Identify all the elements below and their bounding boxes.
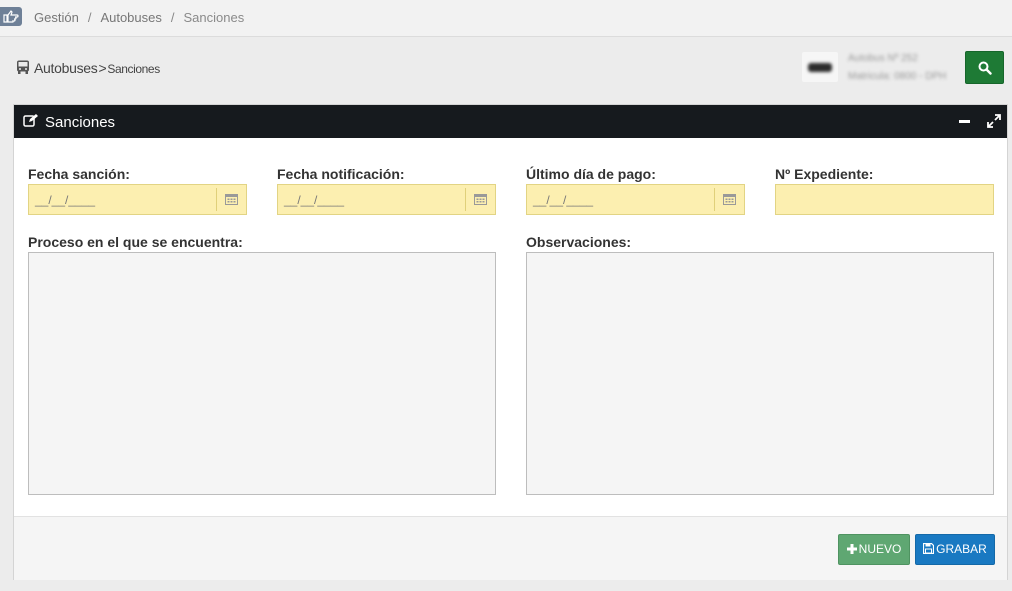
save-icon bbox=[923, 542, 935, 555]
expediente-field[interactable] bbox=[775, 184, 994, 215]
breadcrumb-item-sanciones: Sanciones bbox=[183, 10, 245, 25]
breadcrumb-bar: Gestión / Autobuses / Sanciones bbox=[0, 0, 1012, 37]
fecha-sancion-field[interactable]: __/__/____ bbox=[28, 184, 247, 215]
bus-plate: Matricula: 0800 - DPH bbox=[848, 71, 947, 82]
save-button-label: GRABAR bbox=[936, 542, 987, 556]
search-icon bbox=[978, 61, 992, 75]
proceso-label: Proceso en el que se encuentra: bbox=[28, 234, 243, 250]
calendar-icon[interactable] bbox=[714, 188, 744, 211]
new-button-label: NUEVO bbox=[858, 542, 902, 556]
save-button[interactable]: GRABAR bbox=[915, 534, 995, 565]
page-title: Autobuses>Sanciones bbox=[16, 60, 160, 76]
plus-icon bbox=[846, 544, 857, 554]
fecha-notificacion-field[interactable]: __/__/____ bbox=[277, 184, 496, 215]
ultimo-dia-pago-value: __/__/____ bbox=[533, 193, 594, 207]
sanciones-panel: Sanciones Fecha sanción: Fecha notificac… bbox=[13, 104, 1008, 580]
calendar-icon[interactable] bbox=[465, 188, 495, 211]
breadcrumb-separator: / bbox=[87, 10, 92, 25]
ultimo-dia-pago-field[interactable]: __/__/____ bbox=[526, 184, 745, 215]
bus-number: Autobus Nº 252 bbox=[848, 53, 918, 64]
fecha-sancion-label: Fecha sanción: bbox=[28, 166, 130, 182]
title-chevron: > bbox=[98, 60, 107, 76]
fecha-notificacion-label: Fecha notificación: bbox=[277, 166, 405, 182]
expand-icon[interactable] bbox=[987, 114, 1001, 128]
panel-title: Sanciones bbox=[45, 114, 116, 131]
page-title-section: Autobuses bbox=[34, 60, 98, 76]
observaciones-textarea[interactable] bbox=[526, 252, 994, 495]
fecha-notificacion-value: __/__/____ bbox=[284, 193, 345, 207]
minimize-icon[interactable] bbox=[959, 120, 970, 123]
bus-thumbnail bbox=[802, 52, 838, 82]
bus-info: Autobus Nº 252 Matricula: 0800 - DPH bbox=[848, 50, 946, 86]
bus-icon bbox=[17, 60, 29, 74]
edit-icon bbox=[23, 114, 38, 127]
search-button[interactable] bbox=[965, 51, 1004, 84]
fecha-sancion-value: __/__/____ bbox=[35, 193, 96, 207]
breadcrumb-item-gestion[interactable]: Gestión bbox=[34, 10, 79, 25]
calendar-icon[interactable] bbox=[216, 188, 246, 211]
hand-point-icon[interactable] bbox=[0, 7, 22, 26]
page-title-subsection: Sanciones bbox=[107, 62, 160, 76]
panel-footer: NUEVO GRABAR bbox=[14, 516, 1007, 580]
proceso-textarea[interactable] bbox=[28, 252, 496, 495]
ultimo-dia-pago-label: Último día de pago: bbox=[526, 166, 656, 182]
panel-header: Sanciones bbox=[14, 105, 1007, 138]
new-button[interactable]: NUEVO bbox=[838, 534, 910, 565]
breadcrumb-separator: / bbox=[170, 10, 175, 25]
expediente-label: Nº Expediente: bbox=[775, 166, 874, 182]
observaciones-label: Observaciones: bbox=[526, 234, 632, 250]
breadcrumb-item-autobuses[interactable]: Autobuses bbox=[100, 10, 161, 25]
breadcrumb: Gestión / Autobuses / Sanciones bbox=[34, 10, 244, 25]
